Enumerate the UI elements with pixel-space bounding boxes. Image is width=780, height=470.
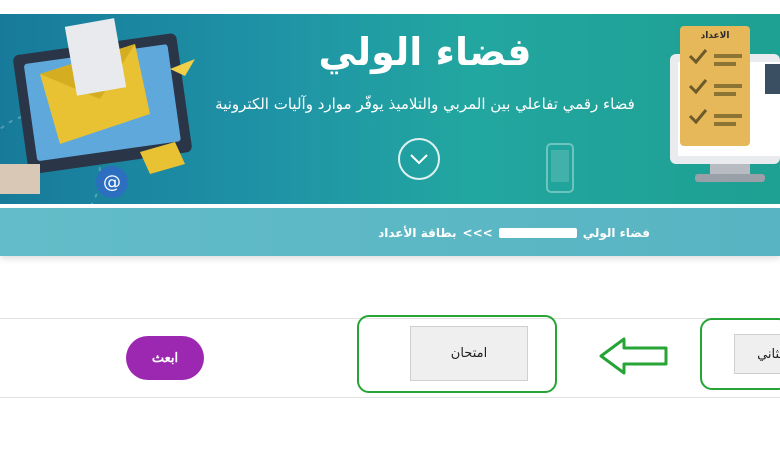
hero-subtitle: فضاء رقمي تفاعلي بين المربي والتلاميذ يو… xyxy=(215,95,635,113)
breadcrumb-home-link[interactable]: فضاء الولي xyxy=(583,226,650,240)
chevron-down-icon xyxy=(410,154,428,165)
scroll-down-button[interactable] xyxy=(398,138,440,180)
svg-text:@: @ xyxy=(103,172,121,193)
arrow-left-icon xyxy=(599,337,668,375)
exam-type-select[interactable]: امتحان xyxy=(410,326,528,381)
submit-button[interactable]: ابعث xyxy=(126,336,204,380)
email-laptop-illustration: @ xyxy=(0,18,195,204)
redacted-name xyxy=(498,228,577,238)
top-strip xyxy=(0,0,780,14)
hero-banner: @ فضاء الولي فضاء رقمي تفاعلي بين المربي… xyxy=(0,14,780,204)
phone-icon xyxy=(546,143,574,193)
term-select[interactable]: الثاني xyxy=(734,334,780,374)
breadcrumb-bar: فضاء الولي >>> بطاقة الأعداد xyxy=(0,208,780,256)
breadcrumb-current: بطاقة الأعداد xyxy=(378,226,457,240)
board-label: الاعداد xyxy=(701,31,730,41)
hero-title: فضاء الولي xyxy=(318,30,532,74)
breadcrumb-separator: >>> xyxy=(462,226,493,240)
breadcrumb: فضاء الولي >>> بطاقة الأعداد xyxy=(340,223,650,243)
grade-monitor-illustration: الاعداد xyxy=(670,26,780,182)
